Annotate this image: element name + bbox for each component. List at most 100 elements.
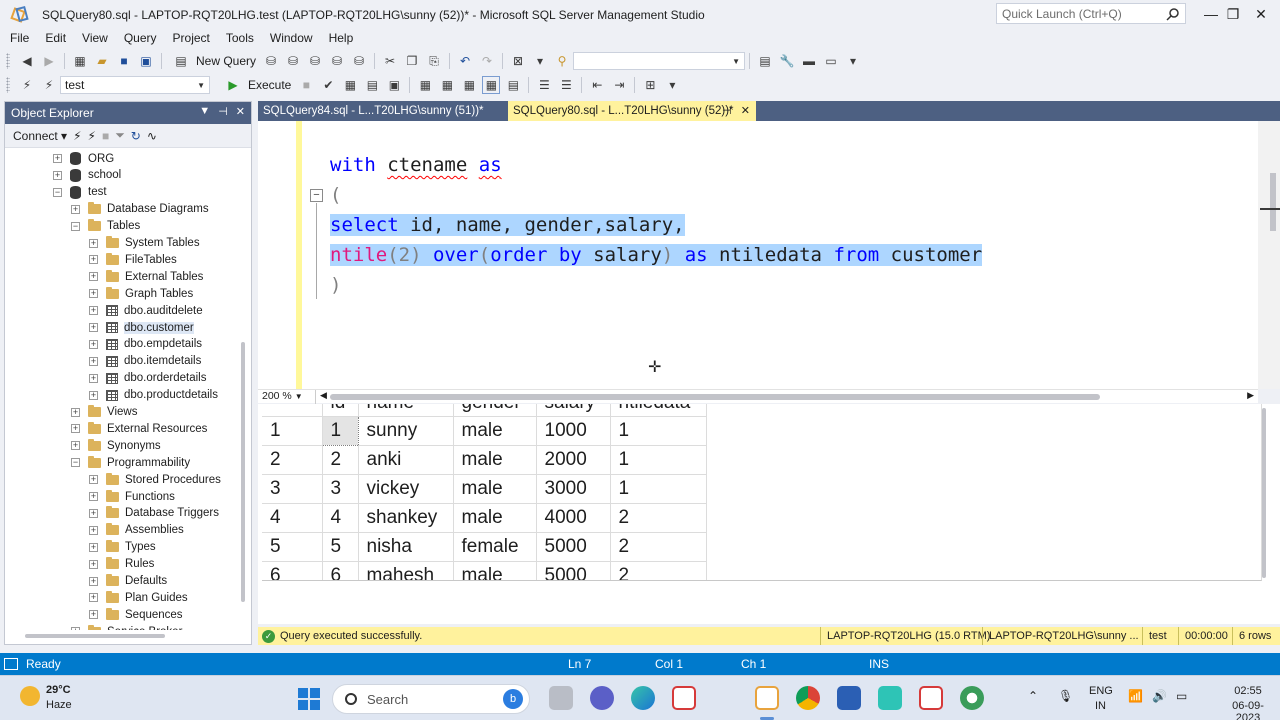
live-stats-icon[interactable]: ▦ <box>439 77 455 93</box>
expand-icon[interactable]: + <box>71 424 80 434</box>
menu-project[interactable]: Project <box>165 30 218 48</box>
grid-cell[interactable]: 4000 <box>536 503 611 533</box>
toolbar-grip[interactable] <box>6 53 10 69</box>
find-combo[interactable]: ▼ <box>573 52 746 70</box>
grid-cell[interactable]: 2 <box>610 532 707 562</box>
column-header-ntiledata[interactable]: ntiledata <box>610 404 707 417</box>
scrollbar-thumb[interactable] <box>1270 173 1276 231</box>
row-number-cell[interactable]: 2 <box>262 445 323 475</box>
uncomment-icon[interactable]: ☰ <box>558 77 574 93</box>
expand-icon[interactable]: + <box>89 475 98 485</box>
column-header-salary[interactable]: salary <box>536 404 611 417</box>
tree-node[interactable]: + Functions <box>89 488 175 505</box>
scroll-left-icon[interactable]: ◀ <box>320 390 327 401</box>
window-layout-icon[interactable]: ▭ <box>823 53 839 69</box>
row-number-cell[interactable]: 3 <box>262 474 323 504</box>
column-header-gender[interactable]: gender <box>453 404 537 417</box>
row-number-cell[interactable]: 1 <box>262 416 323 446</box>
menu-query[interactable]: Query <box>116 30 165 48</box>
tree-node[interactable]: + System Tables <box>89 235 200 252</box>
pin-icon[interactable]: ⊣ <box>218 105 228 118</box>
table-row[interactable]: 6 6 mahesh male 5000 2 <box>262 561 707 580</box>
grid-cell[interactable]: male <box>453 561 537 580</box>
tree-node[interactable]: + school <box>53 167 121 184</box>
tree-node[interactable]: + External Tables <box>89 268 203 285</box>
find-icon[interactable]: ⚲ <box>554 53 570 69</box>
expand-icon[interactable]: + <box>89 356 98 366</box>
table-row[interactable]: 1 1 sunny male 1000 1 <box>262 415 707 446</box>
table-row[interactable]: 2 2 anki male 2000 1 <box>262 445 707 475</box>
grid-cell[interactable]: 5000 <box>536 561 611 580</box>
tree-node[interactable]: + dbo.customer <box>89 319 194 336</box>
open-file-icon[interactable]: ▰ <box>94 53 110 69</box>
include-plan-icon[interactable]: ▦ <box>417 77 433 93</box>
input-region[interactable]: IN <box>1095 700 1106 712</box>
paste-icon[interactable]: ⎘ <box>426 53 442 69</box>
undo-icon[interactable]: ↶ <box>457 53 473 69</box>
toolbar-options-icon[interactable]: ▾ <box>664 77 680 93</box>
grid-cell[interactable]: 1 <box>610 474 707 504</box>
code-line-2[interactable]: ( <box>330 180 341 210</box>
snipping-tool-app-icon[interactable] <box>672 686 696 710</box>
grid-cell[interactable]: 2 <box>610 503 707 533</box>
tree-node[interactable]: + Defaults <box>89 573 167 590</box>
tree-vertical-scrollbar[interactable] <box>241 342 245 602</box>
tree-node[interactable]: + Database Triggers <box>89 505 219 522</box>
disconnect-icon[interactable]: ⚡ <box>88 129 96 143</box>
expand-icon[interactable]: + <box>89 542 98 552</box>
grid-cell[interactable]: male <box>453 474 537 504</box>
column-header-id[interactable]: id <box>322 404 359 417</box>
grid-cell[interactable]: 5 <box>322 532 359 562</box>
expand-icon[interactable]: + <box>71 407 80 417</box>
battery-icon[interactable]: ▭ <box>1176 689 1187 703</box>
menu-view[interactable]: View <box>74 30 116 48</box>
editor-horizontal-scrollbar[interactable] <box>330 394 1100 400</box>
clock-date[interactable]: 06-09-2023 <box>1222 700 1274 720</box>
new-project-icon[interactable]: ▦ <box>72 53 88 69</box>
grid-cell[interactable]: sunny <box>358 416 454 446</box>
tree-node[interactable]: + ORG <box>53 150 114 167</box>
menu-window[interactable]: Window <box>262 30 321 48</box>
redo-icon[interactable]: ↷ <box>479 53 495 69</box>
chrome-app-icon-2[interactable] <box>960 686 984 710</box>
results-vertical-scrollbar[interactable] <box>1262 408 1266 578</box>
grid-cell[interactable]: male <box>453 416 537 446</box>
expand-icon[interactable]: + <box>89 238 98 248</box>
tree-node[interactable]: + Plan Guides <box>89 589 188 606</box>
execute-button[interactable]: ▶ Execute <box>218 77 295 93</box>
grid-cell[interactable]: 2 <box>610 561 707 580</box>
grid-cell[interactable]: 6 <box>322 561 359 580</box>
tree-node[interactable]: + Views <box>71 404 137 421</box>
save-all-icon[interactable]: ▣ <box>138 53 154 69</box>
row-number-cell[interactable]: 6 <box>262 561 323 580</box>
expand-icon[interactable]: + <box>89 593 98 603</box>
tree-node[interactable]: − Programmability <box>71 454 190 471</box>
microphone-icon[interactable]: 🎙 <box>1058 689 1073 703</box>
grid-cell[interactable]: 1000 <box>536 416 611 446</box>
chrome-app-icon[interactable] <box>796 686 820 710</box>
grid-cell[interactable]: 4 <box>322 503 359 533</box>
tree-node[interactable]: + dbo.orderdetails <box>89 370 206 387</box>
dropdown-arrow-icon[interactable]: ▾ <box>532 53 548 69</box>
collapse-icon[interactable]: − <box>71 458 80 468</box>
tab-sqlquery84[interactable]: SQLQuery84.sql - L...T20LHG\sunny (51))* <box>258 101 506 121</box>
results-to-text-icon[interactable]: ▣ <box>386 77 402 93</box>
forward-icon[interactable]: ▶ <box>41 53 57 69</box>
teams-app-icon[interactable] <box>590 686 614 710</box>
available-databases-select[interactable]: test ▼ <box>60 76 210 94</box>
file-explorer-app-icon[interactable] <box>549 686 573 710</box>
grid-cell[interactable]: mahesh <box>358 561 454 580</box>
results-to-file-icon[interactable]: ▤ <box>505 77 521 93</box>
expand-icon[interactable]: + <box>89 289 98 299</box>
zoom-select[interactable]: 200 % ▼ <box>260 390 316 404</box>
grid-cell[interactable]: female <box>453 532 537 562</box>
code-line-1[interactable]: with ctename as <box>330 150 502 180</box>
refresh-icon[interactable]: ↻ <box>131 129 141 143</box>
grid-cell[interactable]: 1 <box>321 415 359 446</box>
new-query-button[interactable]: ▤ New Query <box>166 53 260 69</box>
expand-icon[interactable]: + <box>89 610 98 620</box>
expand-icon[interactable]: + <box>89 508 98 518</box>
estimated-plan-icon[interactable]: ▦ <box>342 77 358 93</box>
tree-node[interactable]: + dbo.auditdelete <box>89 302 203 319</box>
dax-query-icon[interactable]: ⛁ <box>351 53 367 69</box>
